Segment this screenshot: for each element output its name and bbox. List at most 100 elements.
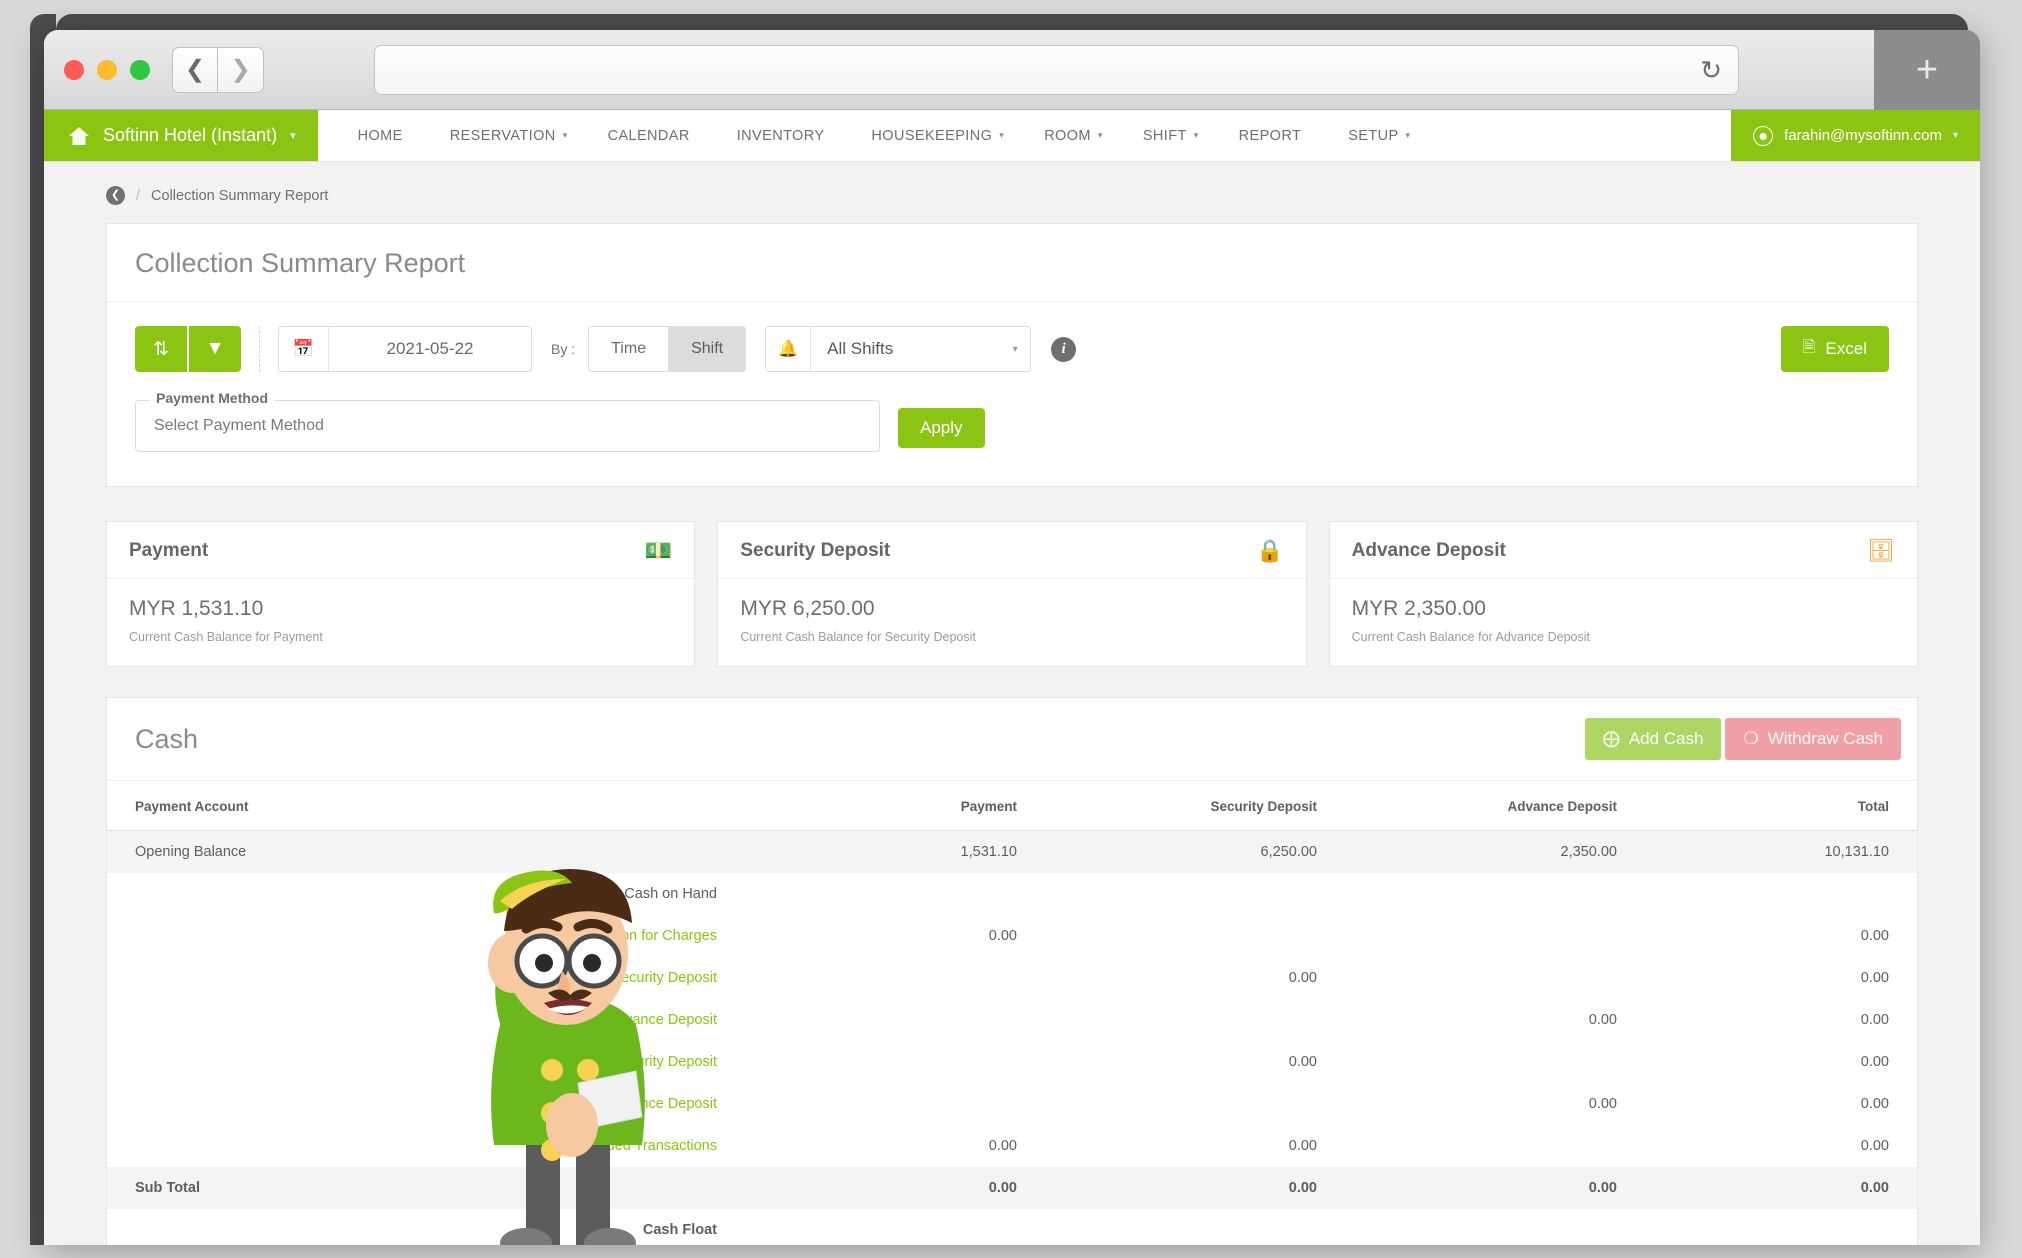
card-header: Security Deposit 🔒	[718, 522, 1306, 579]
money-icon: 💵	[644, 538, 673, 563]
menu-item-setup[interactable]: SETUP ▾	[1328, 110, 1430, 162]
row-label: Cash Float	[642, 1222, 717, 1238]
table-row: Voided Transactions 0.00 0.00 0.00	[107, 1125, 1917, 1167]
cell-total: 0.00	[1860, 1054, 1889, 1070]
address-bar[interactable]: ↻	[374, 44, 1739, 95]
menu-label: ROOM	[1044, 127, 1091, 144]
table-row-subtotal: Sub Total 0.00 0.00 0.00 0.00	[107, 1167, 1917, 1209]
report-panel: Collection Summary Report ⇅ ▼ 📅 2021-05-…	[106, 223, 1918, 487]
chevron-left-icon: ❮	[184, 56, 206, 83]
row-link-voided-transactions[interactable]: Voided Transactions	[107, 1125, 717, 1167]
date-picker[interactable]: 📅 2021-05-22	[278, 326, 532, 372]
date-value[interactable]: 2021-05-22	[329, 327, 531, 371]
menu-item-reservation[interactable]: RESERVATION ▾	[430, 110, 588, 162]
filter-button[interactable]: ▼	[189, 326, 241, 372]
toggle-time[interactable]: Time	[589, 327, 670, 371]
row-link-collection-for-charges[interactable]: Collection for Charges	[107, 915, 717, 957]
maximize-window-button[interactable]	[130, 59, 150, 80]
shift-select[interactable]: 🔔 All Shifts ▾	[765, 326, 1032, 372]
withdraw-cash-button[interactable]: ❍ Withdraw Cash	[1725, 718, 1901, 760]
cell-payment	[717, 873, 1017, 915]
cell-security: 0.00	[1288, 970, 1317, 986]
apply-button[interactable]: Apply	[898, 408, 985, 448]
brand-label: Softinn Hotel (Instant)	[103, 125, 278, 145]
bell-icon: 🔔	[766, 327, 812, 371]
row-link-refund-for-advance-deposit[interactable]: Refund for Advance Deposit	[107, 1083, 717, 1125]
export-excel-button[interactable]: 🗎 Excel	[1780, 326, 1889, 372]
menu-item-calendar[interactable]: CALENDAR	[588, 110, 717, 162]
menu-item-room[interactable]: ROOM ▾	[1024, 110, 1123, 162]
cell-advance: 0.00	[1317, 1167, 1617, 1209]
plus-circle-icon: ⨁	[1602, 729, 1620, 748]
cell-payment: 0.00	[717, 1167, 1017, 1209]
cash-table: Payment Account Payment Security Deposit…	[107, 781, 1917, 1245]
funnel-icon: ▼	[205, 338, 225, 359]
cash-actions: ⨁ Add Cash ❍ Withdraw Cash	[1584, 718, 1901, 760]
minimize-window-button[interactable]	[97, 59, 117, 80]
user-icon: ☻	[1753, 125, 1774, 146]
col-advance-deposit: Advance Deposit	[1317, 781, 1617, 831]
page-title: Collection Summary Report	[107, 224, 1917, 302]
card-body: MYR 1,531.10 Current Cash Balance for Pa…	[107, 579, 694, 666]
add-cash-button[interactable]: ⨁ Add Cash	[1584, 718, 1722, 760]
table-header-row: Payment Account Payment Security Deposit…	[107, 781, 1917, 831]
cell-payment	[717, 1041, 1017, 1083]
chevron-down-icon: ▾	[999, 130, 1005, 140]
cell-total: 0.00	[1860, 1012, 1889, 1028]
divider	[259, 326, 260, 372]
desktop-backdrop: ❮ ❯ ↻ + Softinn Hotel (Instant) ▾ HOME R…	[0, 0, 2022, 1258]
chevron-down-icon: ▾	[290, 130, 296, 142]
menu-item-shift[interactable]: SHIFT ▾	[1123, 110, 1219, 162]
plus-icon: +	[1915, 48, 1939, 91]
new-tab-button[interactable]: +	[1874, 30, 1980, 110]
col-payment-account: Payment Account	[107, 781, 717, 831]
breadcrumb: ❮ / Collection Summary Report	[44, 162, 1980, 223]
menu-label: INVENTORY	[736, 127, 825, 144]
by-toggle-group: Time Shift	[588, 326, 747, 372]
calendar-icon: 📅	[279, 327, 329, 371]
cell-security	[1017, 999, 1317, 1041]
row-link-refund-for-security-deposit[interactable]: Refund for Security Deposit	[107, 1041, 717, 1083]
brand-hotel-selector[interactable]: Softinn Hotel (Instant) ▾	[44, 110, 318, 161]
back-circle-icon[interactable]: ❮	[106, 186, 125, 205]
cell-security	[1017, 915, 1317, 957]
cell-security	[1017, 873, 1317, 915]
cell-total: 0.00	[1860, 970, 1889, 986]
card-amount: MYR 6,250.00	[740, 597, 875, 620]
row-link-collection-for-security-deposit[interactable]: Collection for Security Deposit	[107, 957, 717, 999]
card-header: Payment 💵	[107, 522, 695, 579]
col-payment: Payment	[717, 781, 1017, 831]
cell-security: 0.00	[1288, 1138, 1317, 1154]
info-icon[interactable]: i	[1051, 336, 1077, 362]
menu-label: REPORT	[1238, 127, 1302, 144]
table-row: Refund for Advance Deposit 0.00 0.00	[107, 1083, 1917, 1125]
row-label: Cash on Hand	[624, 886, 717, 902]
shift-value: All Shifts	[827, 339, 894, 358]
menu-item-inventory[interactable]: INVENTORY	[717, 110, 852, 162]
payment-method-legend: Payment Method	[149, 390, 276, 406]
cell-payment	[717, 999, 1017, 1041]
cell-advance	[1317, 957, 1617, 999]
row-label: Opening Balance	[107, 830, 717, 873]
menu-item-home[interactable]: HOME	[338, 110, 430, 162]
menu-item-housekeeping[interactable]: HOUSEKEEPING ▾	[851, 110, 1024, 162]
row-link-collection-for-advance-deposit[interactable]: Collection for Advance Deposit	[107, 999, 717, 1041]
chevron-right-icon: ❯	[230, 56, 251, 83]
table-body: Opening Balance 1,531.10 6,250.00 2,350.…	[107, 830, 1917, 1246]
filter-row-primary: ⇅ ▼ 📅 2021-05-22 By : Time Shift 🔔 All S…	[135, 326, 1889, 372]
forward-button[interactable]: ❯	[218, 46, 264, 93]
toggle-shift[interactable]: Shift	[669, 327, 746, 371]
close-window-button[interactable]	[64, 59, 84, 80]
cell-payment	[717, 1209, 1017, 1245]
cell-payment: 0.00	[988, 928, 1017, 944]
chevron-down-icon: ▾	[1952, 130, 1958, 141]
account-menu[interactable]: ☻ farahin@mysoftinn.com ▾	[1731, 110, 1980, 161]
reload-icon[interactable]: ↻	[1700, 57, 1722, 83]
table-row: Cash on Hand	[107, 873, 1917, 915]
back-button[interactable]: ❮	[172, 46, 218, 93]
cell-advance	[1317, 1125, 1617, 1167]
refresh-button[interactable]: ⇅	[135, 326, 187, 372]
payment-method-field[interactable]: Payment Method Select Payment Method	[135, 390, 880, 452]
cell-total	[1617, 873, 1917, 915]
menu-item-report[interactable]: REPORT	[1219, 110, 1329, 162]
